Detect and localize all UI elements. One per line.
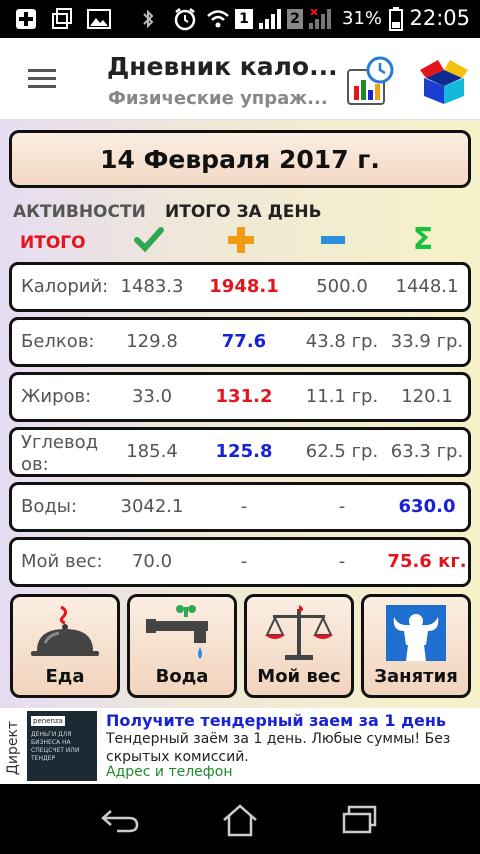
row-calories[interactable]: Калорий: 1483.3 1948.1 500.0 1448.1 (9, 262, 471, 312)
value-total: 33.9 гр. (390, 331, 464, 352)
scales-icon (265, 605, 333, 660)
cloche-icon (31, 605, 99, 656)
ad-image[interactable]: penenza ДЕНЬГИ ДЛЯ БИЗНЕСА НА СПЕЦСЧЕТ И… (27, 711, 97, 781)
row-carbs[interactable]: Углевод ов: 185.4 125.8 62.5 гр. 63.3 гр… (9, 427, 471, 477)
app-bar: Дневник кало... Физические упраж... (0, 38, 480, 120)
water-button[interactable]: Вода (127, 594, 237, 698)
value-activities: 70.0 (131, 551, 173, 572)
row-weight[interactable]: Мой вес: 70.0 - - 75.6 кг. (9, 537, 471, 587)
value-total: 1448.1 (395, 276, 459, 297)
ad-banner[interactable]: Директ penenza ДЕНЬГИ ДЛЯ БИЗНЕСА НА СПЕ… (0, 708, 480, 784)
activity-button[interactable]: Занятия (361, 594, 471, 698)
sim2-badge: 2 (287, 9, 303, 29)
clock: 22:05 (409, 6, 470, 30)
header-itogo: ИТОГО (20, 233, 86, 253)
value-total: 63.3 гр. (390, 441, 464, 462)
checkmark-icon (134, 225, 164, 255)
value-plus: 125.8 (215, 441, 273, 462)
value-minus: 500.0 (316, 276, 368, 297)
plus-icon (226, 225, 256, 255)
value-total: 630.0 (398, 496, 456, 517)
app-subtitle: Физические упраж... (108, 88, 328, 109)
row-fats[interactable]: Жиров: 33.0 131.2 11.1 гр. 120.1 (9, 372, 471, 422)
battery-percent: 31% (342, 8, 383, 29)
activity-button-label: Занятия (374, 666, 458, 687)
wifi-icon (205, 7, 231, 31)
value-activities: 129.8 (126, 331, 178, 352)
value-minus: 11.1 гр. (305, 386, 379, 407)
ad-text: Тендерный заём за 1 день. Любые суммы! Б… (106, 731, 451, 765)
sim1-badge: 1 (235, 9, 253, 29)
value-plus: 131.2 (215, 386, 273, 407)
food-button[interactable]: Еда (10, 594, 120, 698)
header-total-day: ИТОГО ЗА ДЕНЬ (165, 202, 322, 222)
value-minus: 62.5 гр. (305, 441, 379, 462)
sigma-icon: Σ (412, 222, 434, 257)
value-minus: - (338, 496, 346, 517)
image-icon (86, 7, 112, 31)
minus-icon (318, 225, 348, 255)
value-plus: - (240, 496, 248, 517)
row-label: Мой вес: (21, 551, 103, 572)
value-plus: 77.6 (221, 331, 267, 352)
menu-icon[interactable] (28, 69, 56, 89)
row-label: Жиров: (21, 386, 92, 407)
weight-button[interactable]: Мой вес (244, 594, 354, 698)
bluetooth-icon (138, 7, 158, 31)
water-button-label: Вода (155, 666, 209, 687)
row-proteins[interactable]: Белков: 129.8 77.6 43.8 гр. 33.9 гр. (9, 317, 471, 367)
alarm-icon (172, 7, 198, 31)
value-plus: 1948.1 (209, 276, 279, 297)
signal-sim1-icon (256, 7, 282, 31)
add-notification-icon (14, 7, 38, 31)
main-content: 14 Февраля 2017 г. АКТИВНОСТИ ИТОГО ЗА Д… (0, 120, 480, 708)
header-activities: АКТИВНОСТИ (13, 202, 146, 222)
bodybuilder-icon (386, 605, 446, 661)
value-minus: 43.8 гр. (305, 331, 379, 352)
status-bar: 1 2 31% 22:05 (0, 0, 480, 38)
products-box-icon[interactable] (418, 56, 470, 106)
row-label: Воды: (21, 496, 78, 517)
faucet-icon (146, 605, 208, 659)
navigation-bar (0, 784, 480, 854)
value-activities: 185.4 (126, 441, 178, 462)
value-minus: - (338, 551, 346, 572)
value-total: 120.1 (401, 386, 453, 407)
row-label: Углевод ов: (21, 432, 99, 475)
row-label: Белков: (21, 331, 95, 352)
value-plus: - (240, 551, 248, 572)
row-water[interactable]: Воды: 3042.1 - - 630.0 (9, 482, 471, 532)
gallery-stack-icon (50, 7, 74, 31)
statistics-clock-icon[interactable] (346, 56, 394, 106)
recent-apps-icon[interactable] (340, 800, 380, 840)
value-activities: 1483.3 (120, 276, 184, 297)
ad-source-label: Директ (5, 720, 21, 776)
signal-sim2-icon (306, 7, 332, 31)
ad-link[interactable]: Адрес и телефон (106, 764, 232, 780)
battery-icon (388, 7, 404, 31)
food-button-label: Еда (45, 666, 85, 687)
home-icon[interactable] (220, 800, 260, 840)
weight-button-label: Мой вес (257, 666, 341, 687)
value-total: 75.6 кг. (387, 551, 467, 572)
app-title: Дневник кало... (107, 52, 338, 81)
date-selector[interactable]: 14 Февраля 2017 г. (9, 130, 471, 188)
value-activities: 3042.1 (120, 496, 184, 517)
value-activities: 33.0 (131, 386, 173, 407)
back-icon[interactable] (100, 800, 140, 840)
row-label: Калорий: (21, 276, 109, 297)
ad-title[interactable]: Получите тендерный заем за 1 день (106, 711, 446, 730)
